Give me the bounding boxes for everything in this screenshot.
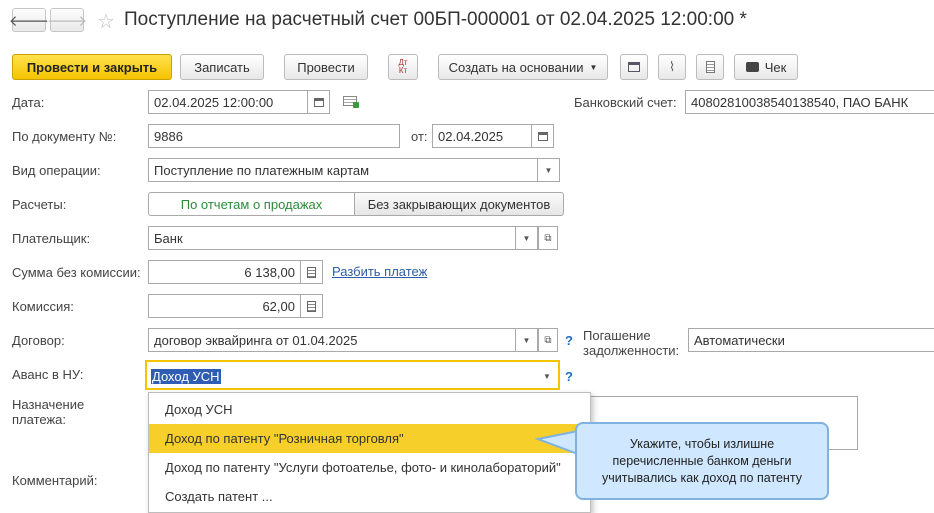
commission-calculator-button[interactable] bbox=[301, 294, 323, 318]
dt-kt-icon: Дт Кт bbox=[398, 58, 408, 75]
structure-button[interactable] bbox=[620, 54, 648, 80]
comment-label: Комментарий: bbox=[12, 473, 98, 488]
open-window-icon: ⧉ bbox=[544, 334, 552, 346]
amount-field[interactable]: 6 138,00 bbox=[148, 260, 301, 284]
arrow-right-icon: 🡒 bbox=[46, 12, 88, 30]
receipt-label: Чек bbox=[764, 59, 787, 75]
chevron-down-icon: ▼ bbox=[544, 165, 553, 175]
dropdown-item-patent-retail[interactable]: Доход по патенту "Розничная торговля" bbox=[149, 424, 590, 453]
dropdown-item-usn-income[interactable]: Доход УСН bbox=[149, 395, 590, 424]
doc-date-label: от: bbox=[411, 129, 428, 144]
dropdown-item-patent-photo[interactable]: Доход по патенту "Услуги фотоателье, фот… bbox=[149, 453, 590, 482]
doc-number-label: По документу №: bbox=[12, 129, 117, 144]
chevron-down-icon: ▼ bbox=[589, 62, 598, 72]
cash-register-icon bbox=[745, 62, 759, 72]
payer-open-button[interactable]: ⧉ bbox=[538, 226, 558, 250]
amount-calculator-button[interactable] bbox=[301, 260, 323, 284]
calculator-icon bbox=[307, 300, 316, 312]
date-calendar-button[interactable] bbox=[308, 90, 330, 114]
favorite-star-icon[interactable]: ☆ bbox=[97, 9, 115, 34]
green-check-icon bbox=[353, 102, 359, 108]
calendar-icon bbox=[313, 97, 324, 107]
advance-field[interactable]: Доход УСН bbox=[151, 369, 221, 384]
chevron-down-icon: ▼ bbox=[522, 233, 531, 243]
settlements-no-closing-docs-tab[interactable]: Без закрывающих документов bbox=[354, 192, 564, 216]
repayment-label-line1: Погашение bbox=[583, 328, 651, 343]
split-payment-link[interactable]: Разбить платеж bbox=[332, 264, 427, 279]
arrow-left-icon: 🡐 bbox=[8, 12, 50, 30]
payer-dropdown-button[interactable]: ▼ bbox=[516, 226, 538, 250]
dt-kt-button[interactable]: Дт Кт bbox=[388, 54, 418, 80]
contract-label: Договор: bbox=[12, 333, 65, 348]
bank-account-field[interactable]: 40802810038540138540, ПАО БАНК bbox=[685, 90, 934, 114]
repayment-label-line2: задолженности: bbox=[583, 343, 680, 358]
advance-help-icon[interactable]: ? bbox=[565, 369, 573, 384]
dropdown-item-create-patent[interactable]: Создать патент ... bbox=[149, 482, 590, 511]
back-button[interactable]: 🡐 bbox=[8, 8, 50, 32]
purpose-label: Назначение платежа: bbox=[12, 397, 84, 427]
bank-account-label: Банковский счет: bbox=[574, 95, 677, 110]
print-button[interactable] bbox=[696, 54, 724, 80]
advance-dropdown-button[interactable]: ▼ bbox=[538, 366, 556, 386]
payer-label: Плательщик: bbox=[12, 231, 91, 246]
contract-open-button[interactable]: ⧉ bbox=[538, 328, 558, 352]
payer-field[interactable]: Банк bbox=[148, 226, 516, 250]
forward-button[interactable]: 🡒 bbox=[46, 8, 88, 32]
purpose-label-line1: Назначение bbox=[12, 397, 85, 412]
doc-number-field[interactable]: 9886 bbox=[148, 124, 400, 148]
post-and-close-button[interactable]: Провести и закрыть bbox=[12, 54, 172, 80]
chevron-down-icon: ▼ bbox=[543, 371, 551, 381]
contract-dropdown-button[interactable]: ▼ bbox=[516, 328, 538, 352]
hint-callout: Укажите, чтобы излишне перечисленные бан… bbox=[575, 422, 829, 500]
repayment-label: Погашение задолженности: bbox=[583, 328, 679, 358]
document-icon bbox=[705, 61, 715, 73]
date-label: Дата: bbox=[12, 95, 45, 110]
commission-label: Комиссия: bbox=[12, 299, 74, 314]
operation-field[interactable]: Поступление по платежным картам bbox=[148, 158, 538, 182]
calculator-icon bbox=[307, 266, 316, 278]
post-button[interactable]: Провести bbox=[284, 54, 368, 80]
doc-date-field[interactable]: 02.04.2025 bbox=[432, 124, 532, 148]
chevron-down-icon: ▼ bbox=[522, 335, 531, 345]
settlements-sales-reports-tab[interactable]: По отчетам о продажах bbox=[148, 192, 355, 216]
window-title: Поступление на расчетный счет 00БП-00000… bbox=[124, 9, 747, 30]
open-window-icon: ⧉ bbox=[544, 232, 552, 244]
date-field[interactable]: 02.04.2025 12:00:00 bbox=[148, 90, 308, 114]
calendar-icon bbox=[537, 131, 548, 141]
structure-icon bbox=[628, 62, 640, 72]
receipt-button[interactable]: Чек bbox=[734, 54, 798, 80]
amount-label: Сумма без комиссии: bbox=[12, 265, 141, 280]
purpose-label-line2: платежа: bbox=[12, 412, 66, 427]
operation-dropdown-button[interactable]: ▼ bbox=[538, 158, 560, 182]
attach-button[interactable]: ⌇ bbox=[658, 54, 686, 80]
advance-label: Аванс в НУ: bbox=[12, 367, 84, 382]
contract-help-icon[interactable]: ? bbox=[565, 333, 573, 348]
paperclip-icon: ⌇ bbox=[668, 59, 676, 74]
repayment-field[interactable]: Автоматически bbox=[688, 328, 934, 352]
save-button[interactable]: Записать bbox=[180, 54, 264, 80]
create-based-on-button[interactable]: Создать на основании ▼ bbox=[438, 54, 608, 80]
advance-dropdown-list: Доход УСН Доход по патенту "Розничная то… bbox=[148, 392, 591, 513]
settlements-label: Расчеты: bbox=[12, 197, 67, 212]
create-based-label: Создать на основании bbox=[448, 59, 584, 75]
operation-label: Вид операции: bbox=[12, 163, 101, 178]
contract-field[interactable]: договор эквайринга от 01.04.2025 bbox=[148, 328, 516, 352]
commission-field[interactable]: 62,00 bbox=[148, 294, 301, 318]
doc-date-calendar-button[interactable] bbox=[532, 124, 554, 148]
